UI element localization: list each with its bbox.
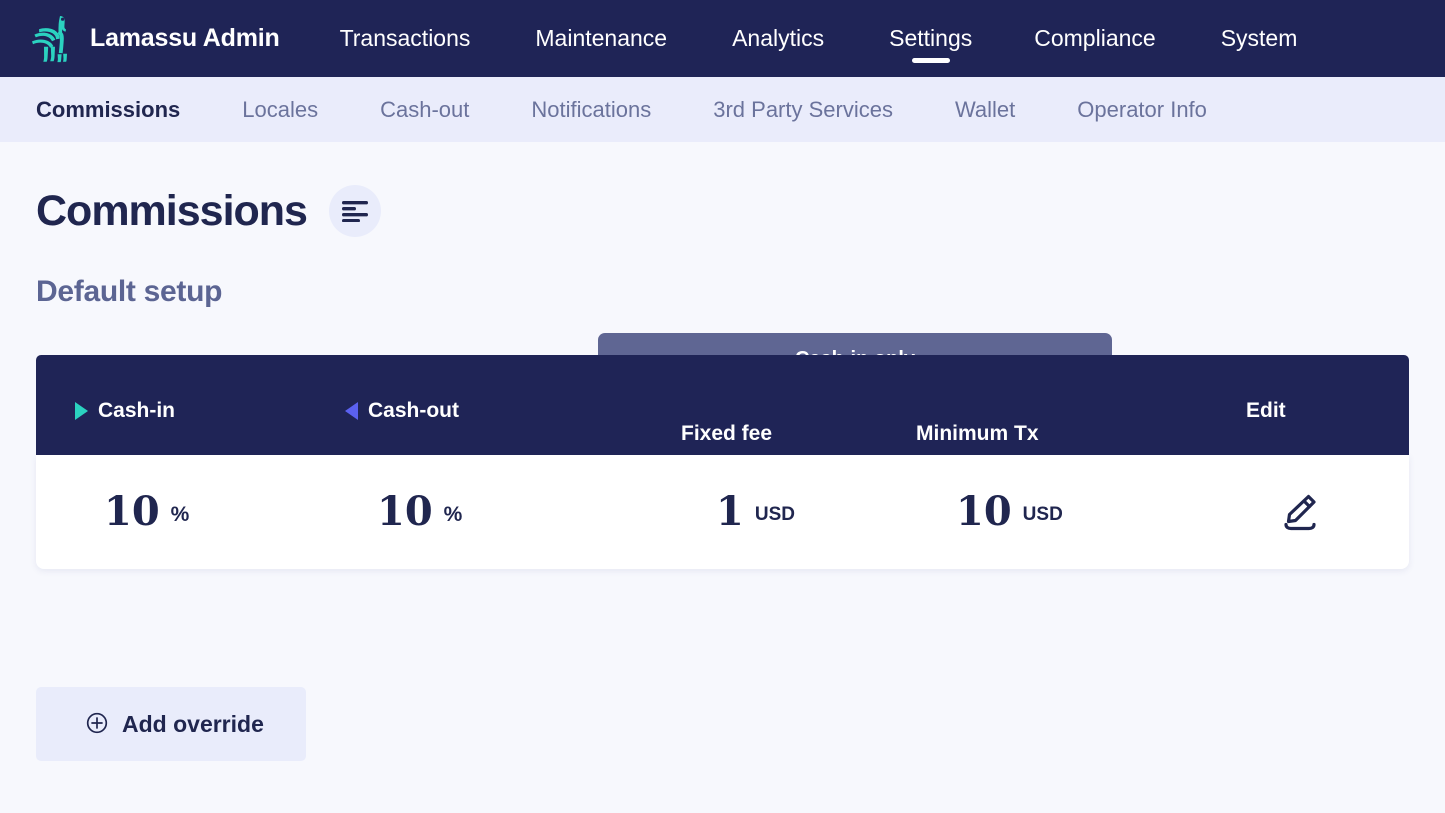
cell-minimum-tx: 10 USD [956,455,1063,569]
brand[interactable]: Lamassu Admin [30,12,280,66]
column-header-cash-in: Cash-in [75,400,175,421]
subnav-item-commissions[interactable]: Commissions [36,98,180,121]
cell-edit [1279,455,1321,569]
nav-item-transactions[interactable]: Transactions [340,0,471,77]
subnav-item-operator-info[interactable]: Operator Info [1077,98,1207,121]
column-header-minimum-tx: Minimum Tx [916,422,1039,445]
nav-item-maintenance[interactable]: Maintenance [535,0,667,77]
cell-fixed-fee: 1 USD [716,455,795,569]
triangle-left-icon [345,401,358,420]
nav-item-system[interactable]: System [1221,0,1298,77]
column-header-label: Cash-out [368,399,459,422]
page-header: Commissions [36,142,1409,237]
nav-label: Analytics [732,25,825,51]
commissions-table: Cash-in only Cash-in Cash-out Fixed fee … [36,333,1409,569]
column-header-fixed-fee: Fixed fee [681,422,773,445]
cell-cash-out: 10 % [377,455,462,569]
subnav-item-locales[interactable]: Locales [242,98,318,121]
column-header-label: Cash-in [98,399,176,422]
subnav-item-3rd-party-services[interactable]: 3rd Party Services [713,98,893,121]
table-header-row: Cash-in Cash-out Fixed fee Minimum Tx Ed… [36,355,1409,455]
fixed-fee-unit: USD [754,503,795,525]
nav-item-compliance[interactable]: Compliance [1034,0,1155,77]
subnav-item-wallet[interactable]: Wallet [955,98,1015,121]
nav-label: Transactions [339,25,471,51]
table-row: 10 % 10 % 1 USD 10 USD [36,455,1409,569]
top-nav-items: Transactions Maintenance Analytics Setti… [340,0,1445,77]
column-header-cash-out: Cash-out [345,400,459,421]
nav-label: Maintenance [535,25,668,51]
minimum-tx-value: 10 [956,488,1012,535]
nav-label: Compliance [1034,25,1156,51]
pencil-edit-icon [1279,490,1321,535]
cash-in-unit: % [170,502,190,526]
subnav-item-cash-out[interactable]: Cash-out [380,98,469,121]
add-override-button[interactable]: Add override [36,687,306,761]
triangle-right-icon [75,401,88,420]
add-override-label: Add override [122,710,264,737]
minimum-tx-unit: USD [1022,503,1063,525]
cell-cash-in: 10 % [104,455,189,569]
cash-out-value: 10 [377,488,433,535]
brand-title: Lamassu Admin [90,24,280,52]
cash-in-value: 10 [104,488,160,535]
list-lines-icon[interactable] [328,185,381,237]
nav-label: Settings [889,25,973,51]
nav-item-analytics[interactable]: Analytics [732,0,824,77]
nav-item-settings[interactable]: Settings [889,0,972,77]
cash-out-unit: % [443,502,463,526]
section-subtitle: Default setup [36,275,223,308]
top-navigation-bar: Lamassu Admin Transactions Maintenance A… [0,0,1445,77]
nav-label: System [1220,25,1298,51]
main-content: Commissions Default setup Cash-in only C… [0,142,1445,569]
edit-row-button[interactable] [1279,490,1321,535]
fixed-fee-value: 1 [716,488,744,535]
page-title: Commissions [36,186,308,235]
sub-navigation-bar: Commissions Locales Cash-out Notificatio… [0,77,1445,142]
subnav-item-notifications[interactable]: Notifications [531,98,651,121]
lamassu-logo-icon [30,12,76,66]
column-header-edit: Edit [1246,399,1286,422]
circle-plus-icon [86,712,108,737]
